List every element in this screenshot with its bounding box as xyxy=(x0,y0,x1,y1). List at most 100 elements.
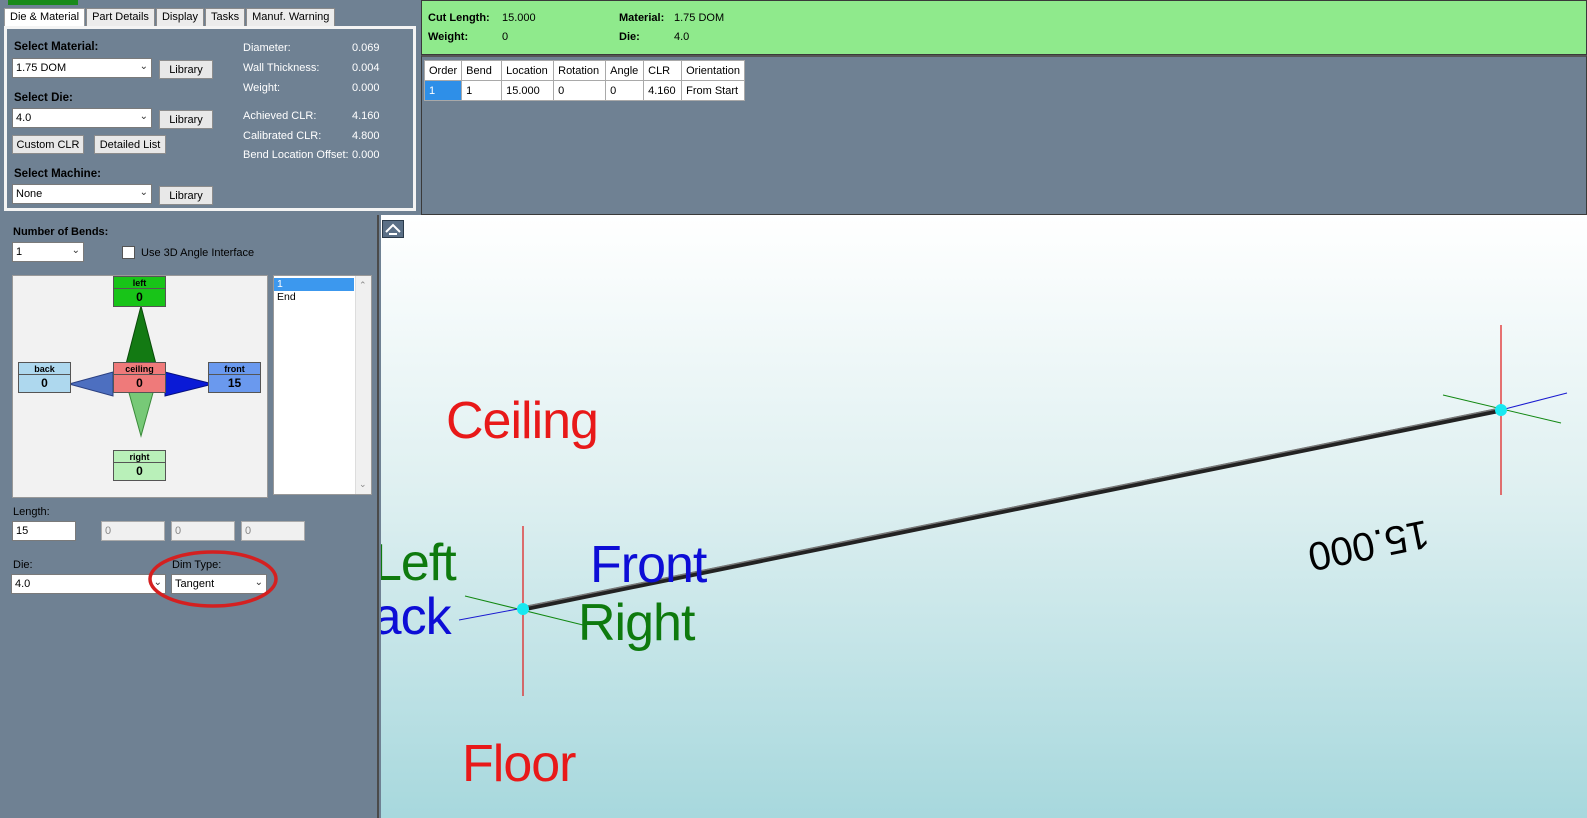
tab-strip: Die & Material Part Details Display Task… xyxy=(4,8,336,27)
diameter-value: 0.069 xyxy=(352,42,380,54)
machine-library-button[interactable]: Library xyxy=(159,186,213,205)
summary-material-value: 1.75 DOM xyxy=(674,12,725,24)
custom-clr-button[interactable]: Custom CLR xyxy=(12,135,84,154)
label-left: Left xyxy=(381,534,457,592)
select-die-label: Select Die: xyxy=(14,92,73,104)
col-clr[interactable]: CLR xyxy=(643,60,683,81)
use-3d-angle-checkbox[interactable] xyxy=(122,246,135,259)
compass-back[interactable]: back 0 xyxy=(18,362,71,393)
select-material-label: Select Material: xyxy=(14,41,99,53)
select-machine-label: Select Machine: xyxy=(14,168,101,180)
compass-ceiling[interactable]: ceiling 0 xyxy=(113,362,166,393)
col-angle[interactable]: Angle xyxy=(605,60,645,81)
col-order[interactable]: Order xyxy=(423,60,463,81)
chevron-down-icon: ⌄ xyxy=(139,187,148,198)
bend-location-offset-value: 0.000 xyxy=(352,149,380,161)
disabled-field-3: 0 xyxy=(241,521,305,541)
compass-right-label: right xyxy=(114,451,165,463)
tube-model-graphic: 15.000 xyxy=(458,325,1568,696)
tab-manuf-warning[interactable]: Manuf. Warning xyxy=(246,8,336,26)
calibrated-clr-label: Calibrated CLR: xyxy=(243,130,322,142)
3d-viewport[interactable]: 15.000 Ceiling Left Back Front Right Flo… xyxy=(381,215,1587,818)
die-material-panel: Die & Material Part Details Display Task… xyxy=(0,0,420,214)
cell-clr[interactable]: 4.160 xyxy=(643,80,683,101)
bend-die-value: 4.0 xyxy=(15,578,31,590)
diameter-label: Diameter: xyxy=(243,42,291,54)
summary-weight-label: Weight: xyxy=(428,31,469,43)
wall-thickness-value: 0.004 xyxy=(352,62,380,74)
compass-left-value: 0 xyxy=(136,290,143,304)
machine-select[interactable]: None ⌄ xyxy=(12,184,152,204)
die-select-value: 4.0 xyxy=(16,112,32,124)
dimension-label: 15.000 xyxy=(1304,511,1433,579)
table-row[interactable]: 1 1 15.000 0 0 4.160 From Start xyxy=(423,80,745,101)
bend-editor-panel: Number of Bends: 1 ⌄ Use 3D Angle Interf… xyxy=(0,215,379,818)
summary-material-label: Material: xyxy=(619,12,665,24)
list-item[interactable]: 1 xyxy=(274,278,354,291)
die-library-button[interactable]: Library xyxy=(159,110,213,129)
bend-list: 1 End ⌃ ⌄ xyxy=(273,275,372,495)
weight-label: Weight: xyxy=(243,82,281,94)
bend-list-scrollbar[interactable]: ⌃ ⌄ xyxy=(355,276,371,494)
tab-tasks[interactable]: Tasks xyxy=(205,8,246,26)
label-front: Front xyxy=(590,536,707,594)
bend-die-select[interactable]: 4.0 ⌄ xyxy=(11,574,166,594)
material-library-button[interactable]: Library xyxy=(159,60,213,79)
compass-ceiling-label: ceiling xyxy=(114,363,165,375)
summary-die-value: 4.0 xyxy=(674,31,690,43)
tab-part-details[interactable]: Part Details xyxy=(86,8,155,26)
compass-right[interactable]: right 0 xyxy=(113,450,166,481)
label-ceiling: Ceiling xyxy=(446,392,599,450)
tab-die-material[interactable]: Die & Material xyxy=(4,8,86,27)
cut-length-value: 15.000 xyxy=(502,12,536,24)
summary-die-label: Die: xyxy=(619,31,640,43)
summary-panel: Cut Length: 15.000 Weight: 0 Material: 1… xyxy=(421,0,1587,55)
die-label: Die: xyxy=(13,559,33,571)
active-indicator xyxy=(8,0,78,5)
label-floor: Floor xyxy=(462,735,576,793)
cell-rotation[interactable]: 0 xyxy=(553,80,607,101)
compass-left[interactable]: left 0 xyxy=(113,276,166,307)
wall-thickness-label: Wall Thickness: xyxy=(243,62,320,74)
cut-length-label: Cut Length: xyxy=(428,12,490,24)
compass-front[interactable]: front 15 xyxy=(208,362,261,393)
number-of-bends-value: 1 xyxy=(16,246,23,258)
col-bend[interactable]: Bend xyxy=(461,60,503,81)
cell-orientation[interactable]: From Start xyxy=(681,80,745,101)
material-select-value: 1.75 DOM xyxy=(16,62,67,74)
cell-order[interactable]: 1 xyxy=(423,80,463,101)
tab-display[interactable]: Display xyxy=(155,8,205,26)
achieved-clr-value: 4.160 xyxy=(352,110,380,122)
detailed-list-button[interactable]: Detailed List xyxy=(94,135,166,154)
cell-bend[interactable]: 1 xyxy=(461,80,503,101)
label-right: Right xyxy=(578,594,695,652)
number-of-bends-select[interactable]: 1 ⌄ xyxy=(12,242,84,262)
disabled-field-2: 0 xyxy=(171,521,235,541)
col-orientation[interactable]: Orientation xyxy=(681,60,745,81)
disabled-field-1: 0 xyxy=(101,521,165,541)
chevron-down-icon: ⌄ xyxy=(139,61,148,72)
compass-right-value: 0 xyxy=(136,464,143,478)
chevron-down-icon: ⌄ xyxy=(139,111,148,122)
length-input[interactable]: 15 xyxy=(12,521,76,541)
bend-table-panel: Order Bend Location Rotation Angle CLR O… xyxy=(421,55,1587,215)
direction-compass: left 0 ceiling 0 back 0 front 15 right 0 xyxy=(12,275,268,498)
scroll-down-icon[interactable]: ⌄ xyxy=(359,479,367,490)
compass-front-value: 15 xyxy=(227,376,242,390)
scroll-up-icon[interactable]: ⌃ xyxy=(359,280,367,291)
cell-location[interactable]: 15.000 xyxy=(501,80,555,101)
achieved-clr-label: Achieved CLR: xyxy=(243,110,317,122)
compass-front-label: front xyxy=(209,363,260,375)
die-select[interactable]: 4.0 ⌄ xyxy=(12,108,152,128)
list-item[interactable]: End xyxy=(274,291,354,304)
compass-ceiling-value: 0 xyxy=(136,376,143,390)
material-select[interactable]: 1.75 DOM ⌄ xyxy=(12,58,152,78)
col-rotation[interactable]: Rotation xyxy=(553,60,607,81)
bend-table-header: Order Bend Location Rotation Angle CLR O… xyxy=(423,60,745,81)
compass-left-label: left xyxy=(114,277,165,289)
col-location[interactable]: Location xyxy=(501,60,555,81)
highlight-ellipse xyxy=(148,550,278,608)
compass-back-label: back xyxy=(19,363,70,375)
summary-weight-value: 0 xyxy=(502,31,509,43)
cell-angle[interactable]: 0 xyxy=(605,80,645,101)
